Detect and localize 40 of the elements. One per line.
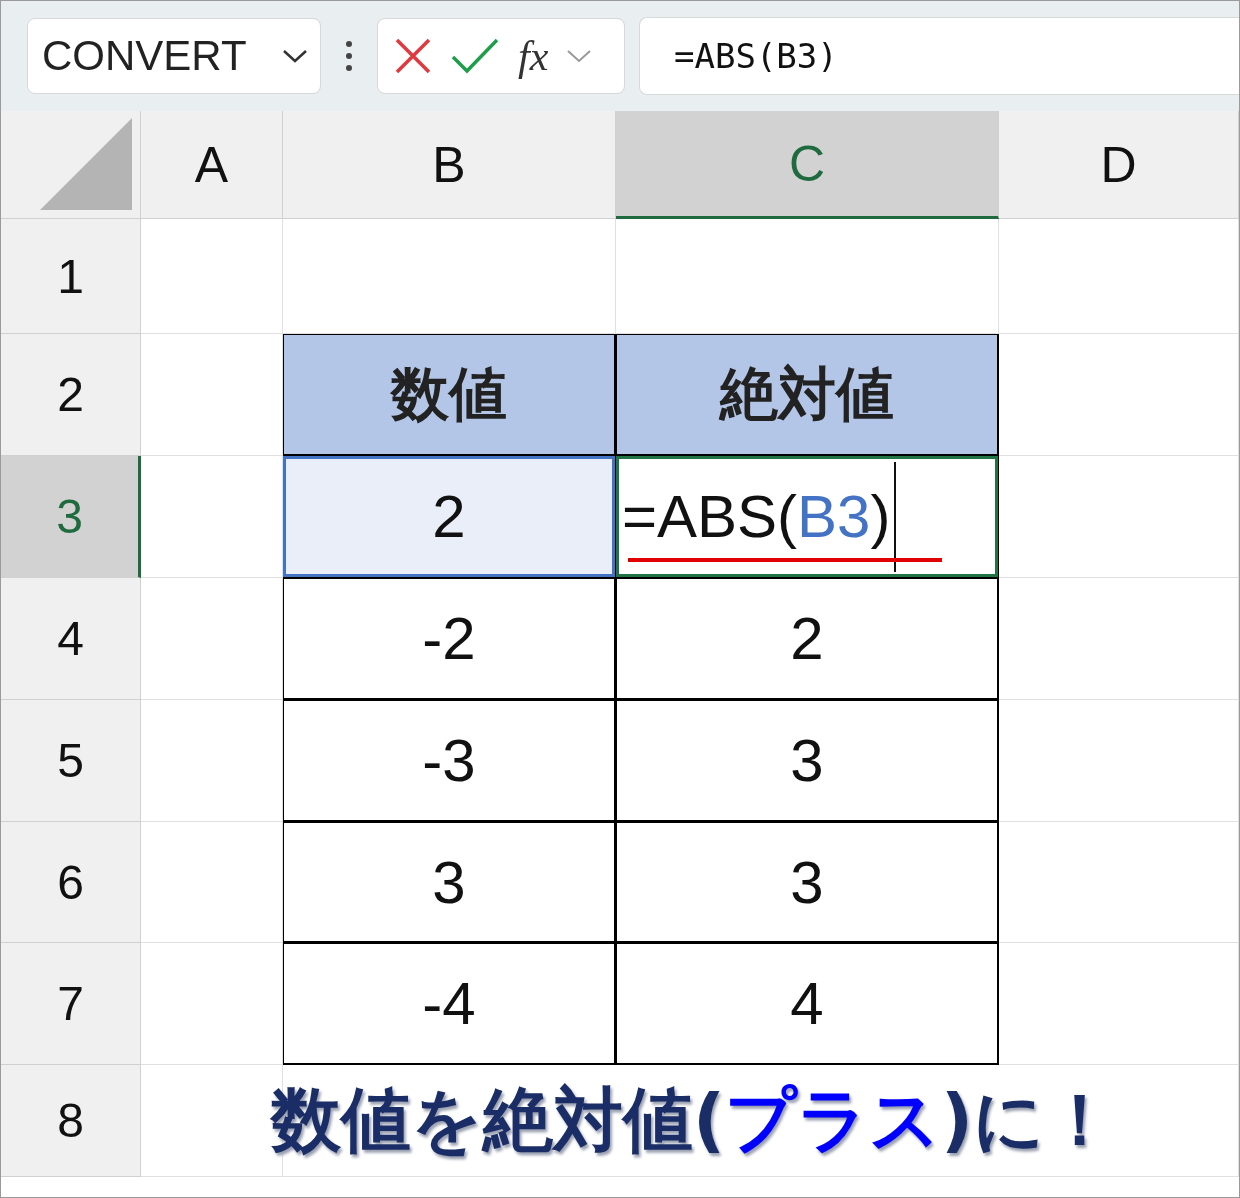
row-header[interactable]: 2 [1,334,141,456]
column-header[interactable]: C [616,111,999,219]
row-header[interactable]: 3 [1,456,141,578]
table-header: 数値 [391,358,507,430]
empty-cell[interactable] [999,219,1239,334]
cancel-icon[interactable] [394,37,432,75]
table-cell[interactable]: -3 [422,726,476,795]
formula-field[interactable]: =ABS(B3) [639,17,1239,95]
table-cell[interactable]: -4 [422,969,476,1038]
row-header[interactable]: 6 [1,822,141,943]
row-header[interactable]: 5 [1,700,141,822]
column-header[interactable]: D [999,111,1239,219]
caret-icon [566,48,593,64]
table-cell[interactable]: 3 [432,847,466,917]
column-header[interactable]: B [283,111,616,219]
row-header[interactable]: 1 [1,219,141,334]
table-cell[interactable]: -2 [422,604,476,673]
empty-cell[interactable] [999,822,1239,943]
formula-text[interactable]: =ABS(B3) [622,482,891,551]
insert-function-button[interactable]: fx [518,32,549,80]
table-cell[interactable]: 2 [432,482,466,551]
empty-cell[interactable] [999,700,1239,822]
select-all-icon[interactable] [38,116,134,212]
caption: 数値を絶対値(プラス)に！ [271,1077,1115,1163]
empty-cell[interactable] [999,578,1239,700]
row-header[interactable]: 7 [1,943,141,1065]
table-cell[interactable]: 3 [790,847,824,917]
more-icon[interactable] [345,40,353,72]
row-header[interactable]: 8 [1,1065,141,1177]
enter-icon[interactable] [450,37,500,75]
table-cell[interactable]: 3 [790,726,824,795]
name-box[interactable]: CONVERT [27,18,321,94]
table-cell[interactable]: 4 [790,969,824,1038]
table-cell[interactable]: 2 [790,604,824,673]
table-header: 絶対値 [720,358,894,430]
column-header[interactable]: A [141,111,283,219]
row-header[interactable]: 4 [1,578,141,700]
caret-icon[interactable] [282,48,308,64]
empty-cell[interactable] [999,456,1239,578]
empty-cell[interactable] [999,943,1239,1065]
